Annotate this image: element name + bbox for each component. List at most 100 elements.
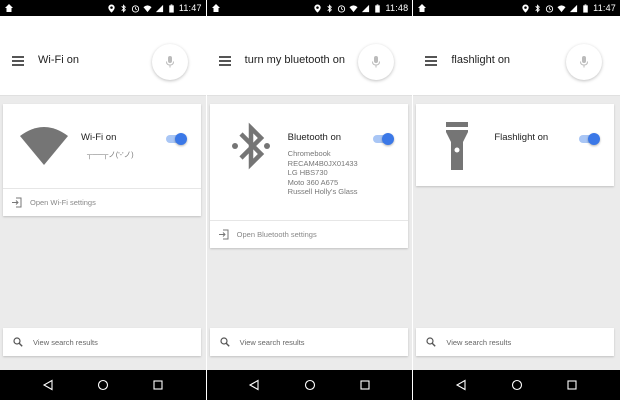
device-item: LG HBS730 [287,168,328,177]
home-icon [211,4,220,12]
search-icon [13,337,23,347]
device-item: Chromebook [287,149,331,158]
signal-icon [570,4,578,12]
status-icons: 11:47 [107,3,202,13]
location-icon [314,3,322,13]
card-subtitle: ┬──┬ノ('-'ノ) [87,150,134,159]
screens-container: 11:47 Wi-Fi on Wi-Fi on ┬──┬ノ('-'ノ) Open… [0,0,620,400]
open-settings-icon [218,229,229,240]
card-title: Bluetooth on [287,132,342,143]
recents-icon [153,380,163,390]
view-search-results-button[interactable]: View search results [416,328,615,356]
alarm-icon [338,4,346,13]
wifi-card: Wi-Fi on ┬──┬ノ('-'ノ) Open Wi-Fi settings [3,104,201,216]
home-icon [5,4,13,12]
open-bluetooth-settings-link[interactable]: Open Bluetooth settings [209,220,408,248]
mic-button[interactable] [566,44,603,80]
signal-icon [362,4,370,12]
signal-icon [155,4,163,12]
mic-icon [372,56,381,68]
screen-wifi: 11:47 Wi-Fi on Wi-Fi on ┬──┬ノ('-'ノ) Open… [0,0,206,400]
home-circle-icon [304,379,315,391]
search-bar[interactable]: flashlight on [413,16,620,96]
home-button[interactable] [303,378,317,392]
bluetooth-toggle[interactable] [372,133,394,145]
device-item: Moto 360 A675 [287,177,339,187]
device-item: Russell Holly's Glass [287,187,358,196]
location-icon [522,3,529,13]
view-results-label: View search results [446,337,512,347]
back-button[interactable] [247,378,261,392]
search-icon [426,337,437,347]
view-search-results-button[interactable]: View search results [209,328,408,356]
device-item: RECAM4B0JX01433 [287,158,358,168]
status-bar: 11:47 [413,0,620,16]
mic-button[interactable] [151,44,188,80]
status-icons: 11:48 [313,3,408,13]
wifi-toggle[interactable] [165,133,187,145]
status-icons: 11:47 [521,3,616,13]
location-icon [108,3,115,13]
screen-bluetooth: 11:48 turn my bluetooth on Bluetooth on … [206,0,413,400]
footer-label: Open Wi-Fi settings [30,198,96,207]
navigation-bar [0,370,206,400]
view-results-label: View search results [239,337,305,347]
home-button[interactable] [510,378,524,392]
open-settings-icon [12,197,22,208]
screen-flashlight: 11:47 flashlight on Flashlight on View s… [413,0,620,400]
recents-button[interactable] [358,378,372,392]
hamburger-menu-icon[interactable] [12,56,24,66]
mic-icon [580,56,589,68]
search-query[interactable]: turn my bluetooth on [245,54,345,66]
wifi-status-icon [349,4,359,12]
wifi-status-icon [557,4,566,12]
view-results-label: View search results [33,337,98,347]
back-icon [455,379,466,391]
status-bar: 11:48 [206,0,413,16]
battery-icon [375,3,381,13]
recents-icon [567,380,577,390]
recents-button[interactable] [565,378,579,392]
status-time: 11:47 [593,3,617,13]
bluetooth-card: Bluetooth on Chromebook RECAM4B0JX01433 … [209,104,408,248]
flashlight-icon [446,122,469,170]
home-button[interactable] [96,378,110,392]
open-wifi-settings-link[interactable]: Open Wi-Fi settings [3,188,201,216]
status-bar: 11:47 [0,0,206,16]
bluetooth-status-icon [535,3,541,13]
bluetooth-status-icon [121,3,126,13]
home-circle-icon [511,379,522,391]
alarm-icon [131,4,139,13]
flashlight-toggle[interactable] [578,133,601,145]
mic-icon [165,56,174,68]
navigation-bar [413,370,620,400]
search-query[interactable]: Wi-Fi on [38,54,79,66]
wifi-status-icon [143,4,152,12]
footer-label: Open Bluetooth settings [236,230,317,239]
home-circle-icon [97,379,108,391]
mic-button[interactable] [358,44,395,80]
flashlight-card: Flashlight on [416,104,615,186]
recents-button[interactable] [151,378,165,392]
back-button[interactable] [41,378,55,392]
back-icon [249,379,259,391]
hamburger-menu-icon[interactable] [425,56,438,66]
hamburger-menu-icon[interactable] [218,56,231,66]
status-time: 11:47 [178,3,202,13]
paired-devices-list: Chromebook RECAM4B0JX01433 LG HBS730 Mot… [288,149,358,197]
bluetooth-status-icon [327,3,333,13]
bluetooth-icon [231,122,270,170]
back-button[interactable] [454,378,468,392]
status-time: 11:48 [385,3,409,13]
battery-icon [583,3,588,13]
alarm-icon [546,4,554,13]
card-title: Wi-Fi on [81,132,117,143]
card-title: Flashlight on [494,132,549,143]
navigation-bar [206,370,413,400]
search-bar[interactable]: Wi-Fi on [0,16,206,96]
battery-icon [169,3,174,13]
search-query[interactable]: flashlight on [451,54,510,66]
view-search-results-button[interactable]: View search results [3,328,201,356]
search-bar[interactable]: turn my bluetooth on [206,16,413,96]
wifi-icon [20,127,68,165]
